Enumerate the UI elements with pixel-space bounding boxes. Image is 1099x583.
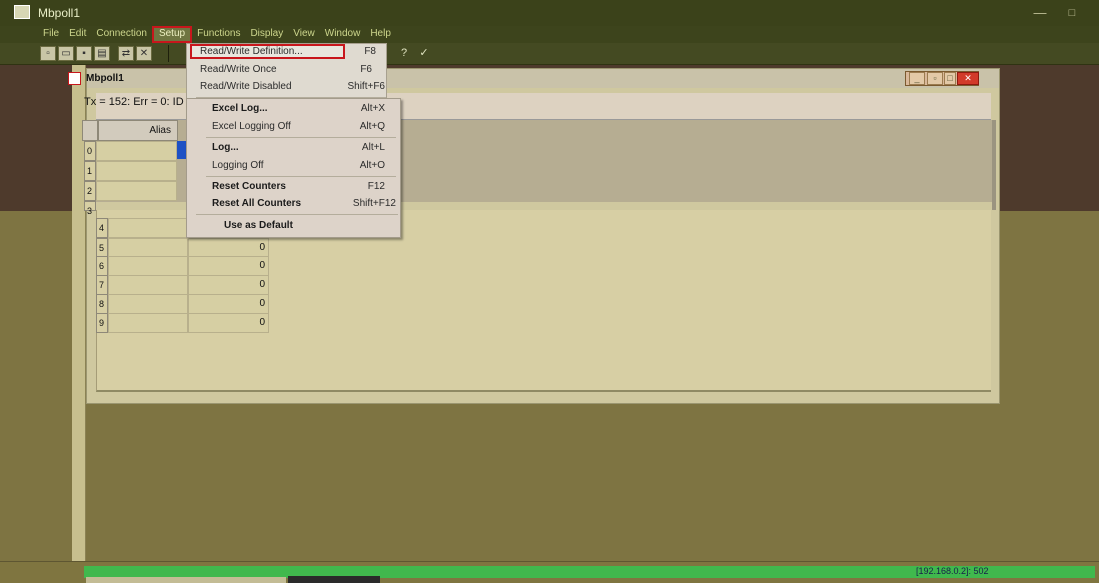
menu-edit[interactable]: Edit (64, 26, 91, 43)
check-icon[interactable]: ✓ (416, 46, 432, 61)
child-maximize-icon[interactable]: □ (944, 72, 956, 85)
toolbar (0, 43, 1099, 65)
menu-window[interactable]: Window (320, 26, 366, 43)
help-icon[interactable]: ? (396, 46, 412, 61)
row-number: 6 (96, 256, 108, 276)
menu-help[interactable]: Help (365, 26, 396, 43)
alias-column-header: Alias (98, 120, 178, 141)
child-minimize-icon[interactable]: _ (909, 72, 925, 85)
menu-connection[interactable]: Connection (91, 26, 152, 43)
connect-icon[interactable]: ⇄ (118, 46, 134, 61)
value-cell[interactable]: 0 (188, 294, 269, 314)
app-icon (14, 5, 30, 19)
alias-cell[interactable] (108, 294, 188, 314)
value-cell[interactable]: 0 (188, 275, 269, 295)
toolbar-separator (168, 45, 169, 62)
menu-item-read-write-disabled[interactable]: Read/Write Disabled (200, 81, 292, 92)
menu-shortcut: Shift+F12 (352, 198, 396, 209)
row-number: 0 (84, 141, 96, 161)
row-number: 3 (84, 201, 96, 216)
document-icon (68, 72, 81, 85)
alias-cell[interactable] (96, 161, 177, 181)
alias-cell[interactable] (108, 313, 188, 333)
menu-setup[interactable]: Setup (151, 26, 193, 43)
menu-separator (196, 97, 386, 98)
taskbar-item[interactable] (86, 577, 286, 583)
maximize-button[interactable]: □ (1060, 4, 1084, 22)
menu-item-read-write-once[interactable]: Read/Write Once (200, 64, 277, 75)
row-number: 8 (96, 294, 108, 314)
menu-shortcut: Alt+Q (359, 121, 385, 132)
alias-cell[interactable] (108, 238, 188, 258)
menu-bar: File Edit Connection Setup Functions Dis… (0, 26, 1099, 43)
menu-shortcut: Alt+X (360, 103, 385, 114)
row-number: 9 (96, 313, 108, 333)
alias-cell[interactable] (108, 275, 188, 295)
child-window-title: Mbpoll1 (86, 73, 124, 84)
row-number: 2 (84, 181, 96, 201)
menu-view[interactable]: View (288, 26, 320, 43)
value-cell[interactable]: 0 (188, 256, 269, 276)
poll-status-text: Tx = 152: Err = 0: ID = (84, 96, 194, 108)
alias-cell[interactable] (96, 141, 177, 161)
menu-item-reset-counters[interactable]: Reset Counters (212, 181, 286, 192)
grid-scroll-edge (992, 120, 996, 210)
alias-cell[interactable] (108, 256, 188, 276)
menu-separator (196, 214, 398, 215)
menu-shortcut: Alt+O (359, 160, 385, 171)
menu-item-log[interactable]: Log... (212, 142, 239, 153)
grid-corner-header (82, 120, 98, 141)
new-file-icon[interactable]: ▫ (40, 46, 56, 61)
save-icon[interactable]: ▪ (76, 46, 92, 61)
menu-item-excel-log[interactable]: Excel Log... (212, 103, 268, 114)
disconnect-icon[interactable]: ✕ (136, 46, 152, 61)
menu-display[interactable]: Display (245, 26, 288, 43)
menu-item-excel-logging-off[interactable]: Excel Logging Off (212, 121, 291, 132)
app-title: Mbpoll1 (38, 6, 81, 20)
menu-separator (206, 176, 396, 177)
menu-shortcut: F8 (364, 46, 376, 57)
child-close-icon[interactable]: ✕ (957, 72, 979, 85)
menu-shortcut: Shift+F6 (347, 81, 385, 92)
menu-shortcut: F12 (367, 181, 385, 192)
value-cell[interactable]: 0 (188, 313, 269, 333)
alias-cell[interactable] (108, 218, 188, 238)
menu-item-logging-off[interactable]: Logging Off (212, 160, 264, 171)
row-number: 4 (96, 218, 108, 238)
menu-shortcut: F6 (360, 64, 372, 75)
menu-shortcut: Alt+L (361, 142, 385, 153)
selected-value-cell[interactable] (177, 141, 186, 159)
print-icon[interactable]: ▤ (94, 46, 110, 61)
menu-item-reset-all-counters[interactable]: Reset All Counters (212, 198, 301, 209)
open-folder-icon[interactable]: ▭ (58, 46, 74, 61)
row-number: 1 (84, 161, 96, 181)
alias-cell[interactable] (96, 181, 177, 201)
menu-file[interactable]: File (38, 26, 64, 43)
connection-status-text: [192.168.0.2]: 502 (916, 566, 989, 576)
menu-item-read-write-definition[interactable]: Read/Write Definition... (200, 46, 303, 57)
menu-separator (206, 137, 396, 138)
menu-item-use-as-default[interactable]: Use as Default (224, 220, 293, 231)
row-number: 5 (96, 238, 108, 258)
child-restore-icon[interactable]: ▫ (927, 72, 943, 85)
app-title-bar (0, 0, 1099, 26)
row-number: 7 (96, 275, 108, 295)
menu-functions[interactable]: Functions (192, 26, 245, 43)
taskbar-item[interactable] (288, 576, 380, 583)
minimize-button[interactable]: — (1028, 4, 1052, 22)
value-cell[interactable]: 0 (188, 238, 269, 258)
